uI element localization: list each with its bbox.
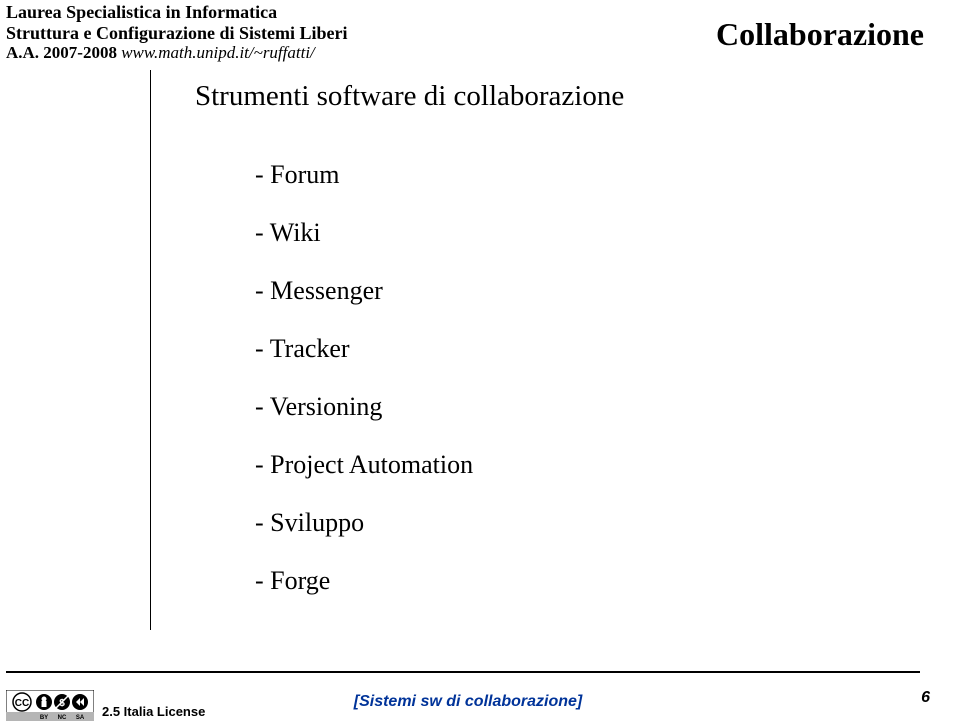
vertical-divider — [150, 70, 151, 630]
list-item: - Forge — [255, 566, 473, 596]
footer-divider — [6, 671, 920, 673]
header-course: Struttura e Configurazione di Sistemi Li… — [6, 23, 347, 44]
list-item: - Wiki — [255, 218, 473, 248]
list-item: - Forum — [255, 160, 473, 190]
cc-license-icon: CC BY $ NC SA — [6, 690, 94, 721]
slide-subtitle: Strumenti software di collaborazione — [195, 80, 624, 113]
svg-text:BY: BY — [40, 715, 48, 721]
svg-text:NC: NC — [58, 715, 67, 721]
slide-header: Laurea Specialistica in Informatica Stru… — [6, 2, 954, 63]
svg-text:SA: SA — [76, 715, 85, 721]
content-list: - Forum - Wiki - Messenger - Tracker - V… — [255, 160, 473, 624]
slide-title: Collaborazione — [716, 16, 924, 53]
page-number: 6 — [921, 689, 930, 707]
list-item: - Tracker — [255, 334, 473, 364]
slide-footer: CC BY $ NC SA 2.5 Italia License [Sistem… — [6, 690, 930, 721]
header-year: A.A. 2007-2008 — [6, 43, 117, 62]
footer-license-text: 2.5 Italia License — [102, 704, 205, 719]
header-program: Laurea Specialistica in Informatica — [6, 2, 347, 23]
list-item: - Sviluppo — [255, 508, 473, 538]
svg-text:CC: CC — [15, 698, 29, 709]
list-item: - Messenger — [255, 276, 473, 306]
header-left: Laurea Specialistica in Informatica Stru… — [6, 2, 347, 63]
footer-center-text: [Sistemi sw di collaborazione] — [354, 693, 583, 711]
list-item: - Versioning — [255, 392, 473, 422]
header-url: www.math.unipd.it/~ruffatti/ — [117, 43, 315, 62]
header-year-url: A.A. 2007-2008 www.math.unipd.it/~ruffat… — [6, 43, 347, 63]
list-item: - Project Automation — [255, 450, 473, 480]
